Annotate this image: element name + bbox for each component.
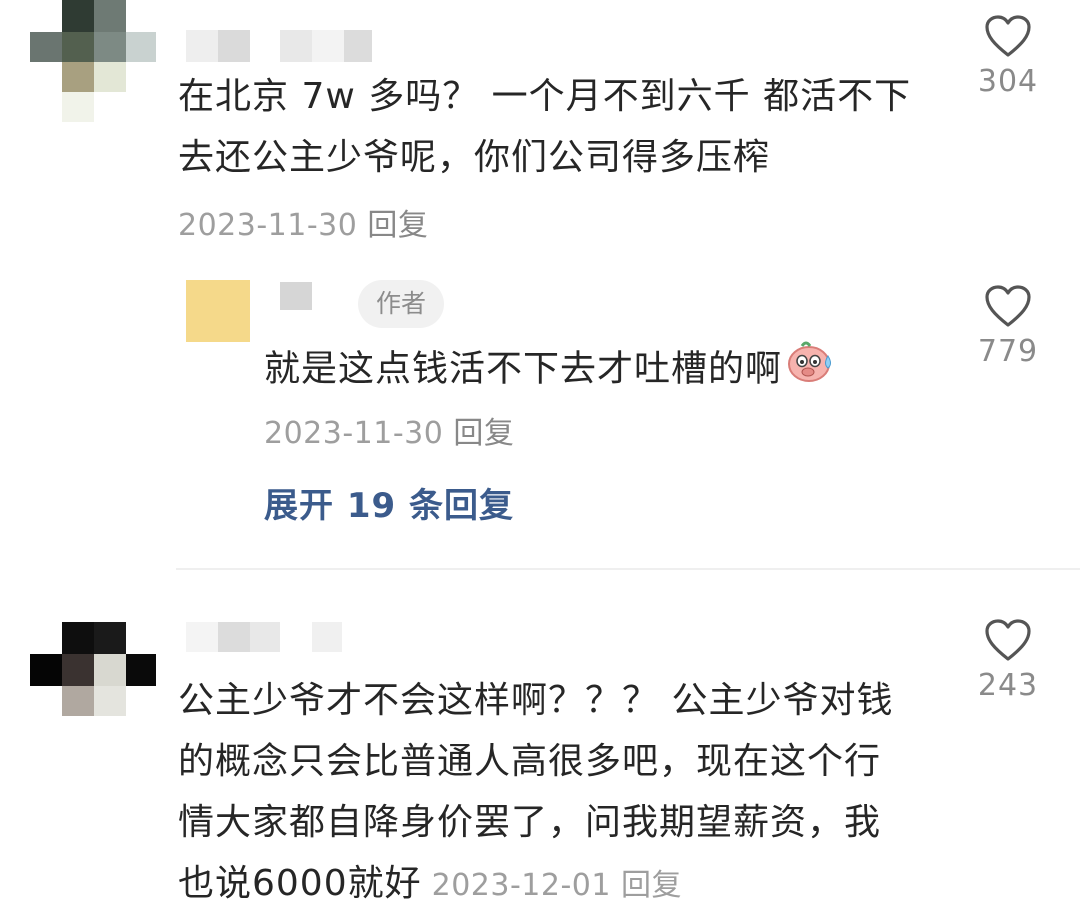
reply-text: 就是这点钱活不下去才吐槽的啊 (264, 336, 944, 405)
username-blurred[interactable] (186, 30, 376, 66)
comment-date: 2023-11-30 (178, 208, 358, 243)
like-button[interactable]: 779 (968, 284, 1048, 369)
avatar[interactable] (30, 622, 160, 718)
comment-date: 2023-12-01 (431, 868, 611, 903)
comment-line: 也说6000就好 2023-12-01 回复 (178, 853, 968, 916)
comment-line: 在北京 7w 多吗？ 一个月不到六千 都活不下 (178, 76, 912, 117)
comment-text: 在北京 7w 多吗？ 一个月不到六千 都活不下 去还公主少爷呢，你们公司得多压榨 (178, 66, 958, 188)
heart-outline-icon (985, 619, 1031, 661)
like-count: 779 (977, 334, 1039, 369)
author-badge: 作者 (358, 280, 445, 328)
comment-meta: 2023-11-30 回复 (178, 200, 428, 244)
divider (176, 568, 1080, 570)
heart-outline-icon (985, 15, 1031, 57)
like-button[interactable]: 304 (968, 14, 1048, 99)
username-blurred[interactable] (280, 282, 314, 314)
sweating-pig-emoji (786, 336, 836, 405)
comment-line: 去还公主少爷呢，你们公司得多压榨 (178, 137, 771, 178)
comment-line: 的概念只会比普通人高很多吧，现在这个行 (178, 741, 882, 782)
comment-list: 在北京 7w 多吗？ 一个月不到六千 都活不下 去还公主少爷呢，你们公司得多压榨… (0, 0, 1080, 924)
reply-date: 2023-11-30 (264, 416, 444, 451)
comment-line: 情大家都自降身价罢了，问我期望薪资，我 (178, 802, 882, 843)
avatar[interactable] (30, 0, 160, 125)
like-button[interactable]: 243 (968, 618, 1048, 703)
expand-replies-link[interactable]: 展开 19 条回复 (264, 478, 514, 527)
comment-line: 公主少爷才不会这样啊？？？ 公主少爷对钱 (178, 680, 894, 721)
avatar[interactable] (186, 280, 250, 342)
like-count: 304 (977, 64, 1039, 99)
comment-text: 公主少爷才不会这样啊？？？ 公主少爷对钱 的概念只会比普通人高很多吧，现在这个行… (178, 670, 968, 916)
like-count: 243 (977, 668, 1039, 703)
reply-text-content: 就是这点钱活不下去才吐槽的啊 (264, 348, 783, 390)
heart-outline-icon (985, 285, 1031, 327)
reply-button[interactable]: 回复 (367, 208, 428, 243)
reply-button[interactable]: 回复 (621, 868, 682, 903)
reply-button[interactable]: 回复 (453, 416, 514, 451)
comment-line-text: 也说6000就好 (178, 863, 422, 904)
reply-meta: 2023-11-30 回复 (264, 408, 514, 452)
username-blurred[interactable] (186, 622, 346, 654)
